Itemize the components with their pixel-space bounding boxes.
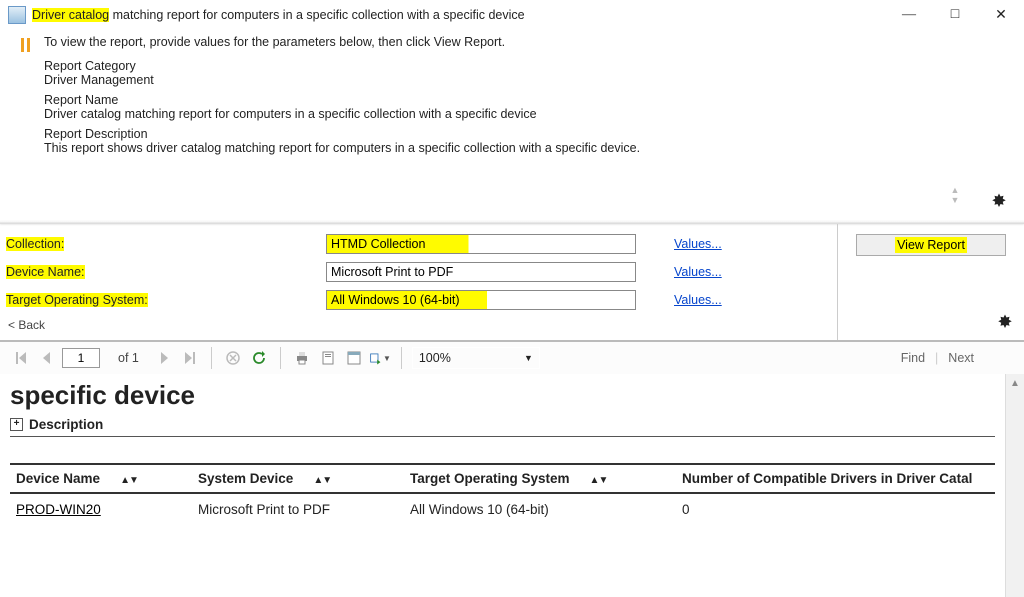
report-section-title: specific device: [10, 380, 995, 411]
label-collection: Collection:: [6, 237, 64, 251]
options-icon[interactable]: [990, 192, 1008, 213]
report-info-pane: To view the report, provide values for t…: [0, 31, 1024, 221]
zoom-value: 100%: [419, 351, 451, 365]
find-button[interactable]: Find: [901, 351, 925, 365]
refresh-button[interactable]: [248, 347, 270, 369]
view-report-button[interactable]: View Report: [856, 234, 1006, 256]
zoom-select[interactable]: 100% ▼: [412, 347, 540, 369]
hint-text: To view the report, provide values for t…: [44, 35, 505, 49]
collection-input[interactable]: [326, 234, 636, 254]
cell-target-os: All Windows 10 (64-bit): [404, 493, 676, 525]
sort-icon: ▲▼: [313, 475, 331, 486]
parameter-zone: Collection: Values... Device Name: Value…: [0, 223, 1024, 342]
name-label: Report Name: [44, 93, 1006, 107]
view-report-label: View Report: [895, 237, 967, 253]
cell-system-device: Microsoft Print to PDF: [192, 493, 404, 525]
name-value: Driver catalog matching report for compu…: [44, 107, 1006, 121]
window-title: Driver catalog matching report for compu…: [32, 8, 525, 22]
first-page-button[interactable]: [10, 347, 32, 369]
collapse-arrows[interactable]: ▲ ▼: [948, 185, 962, 211]
find-next-button[interactable]: Next: [948, 351, 974, 365]
scroll-up-icon: ▲: [1010, 374, 1020, 393]
col-device-name[interactable]: Device Name▲▼: [10, 464, 192, 493]
options-icon-2[interactable]: [996, 313, 1014, 334]
col-system-device[interactable]: System Device▲▼: [192, 464, 404, 493]
category-value: Driver Management: [44, 73, 1006, 87]
table-row[interactable]: PROD-WIN20 Microsoft Print to PDF All Wi…: [10, 493, 995, 525]
last-page-button[interactable]: [179, 347, 201, 369]
minimize-button[interactable]: —: [886, 0, 932, 30]
chevron-down-icon: ▼: [951, 195, 960, 205]
title-rest: matching report for computers in a speci…: [109, 8, 524, 22]
description-label: Description: [29, 417, 103, 432]
expand-icon: +: [10, 418, 23, 431]
chevron-up-icon: ▲: [951, 185, 960, 195]
description-toggle[interactable]: + Description: [10, 417, 995, 437]
collection-values-link[interactable]: Values...: [674, 237, 722, 251]
label-target: Target Operating System:: [6, 293, 148, 307]
sort-icon: ▲▼: [120, 475, 138, 486]
target-values-link[interactable]: Values...: [674, 293, 722, 307]
desc-value: This report shows driver catalog matchin…: [44, 141, 1006, 155]
title-highlight: Driver catalog: [32, 8, 109, 22]
print-button[interactable]: [291, 347, 313, 369]
next-page-button[interactable]: [153, 347, 175, 369]
back-link[interactable]: < Back: [6, 318, 837, 332]
vertical-scrollbar[interactable]: ▲: [1005, 374, 1024, 597]
label-device: Device Name:: [6, 265, 85, 279]
hint-icon: [18, 37, 34, 53]
titlebar: Driver catalog matching report for compu…: [0, 0, 1024, 31]
maximize-button[interactable]: □: [932, 0, 978, 30]
page-of-label: of 1: [118, 351, 139, 365]
device-input[interactable]: [326, 262, 636, 282]
stop-button[interactable]: [222, 347, 244, 369]
prev-page-button[interactable]: [36, 347, 58, 369]
separator: |: [935, 351, 938, 365]
target-input[interactable]: [326, 290, 636, 310]
cell-count: 0: [676, 493, 995, 525]
viewer-toolbar: of 1 ▼ 100% ▼ Find | Next: [0, 342, 1024, 374]
page-current-input[interactable]: [62, 348, 100, 368]
desc-label-header: Report Description: [44, 127, 1006, 141]
col-compatible-count[interactable]: Number of Compatible Drivers in Driver C…: [676, 464, 995, 493]
chevron-down-icon: ▼: [524, 353, 533, 363]
col-target-os[interactable]: Target Operating System▲▼: [404, 464, 676, 493]
print-layout-button[interactable]: [317, 347, 339, 369]
report-area: specific device + Description Device Nam…: [0, 374, 1024, 597]
close-button[interactable]: ✕: [978, 0, 1024, 30]
table-header-row: Device Name▲▼ System Device▲▼ Target Ope…: [10, 464, 995, 493]
results-table: Device Name▲▼ System Device▲▼ Target Ope…: [10, 463, 995, 525]
window-controls: — □ ✕: [886, 0, 1024, 30]
device-values-link[interactable]: Values...: [674, 265, 722, 279]
report-meta: Report Category Driver Management Report…: [44, 59, 1006, 155]
sort-icon: ▲▼: [590, 475, 608, 486]
category-label: Report Category: [44, 59, 1006, 73]
page-setup-button[interactable]: [343, 347, 365, 369]
app-icon: [8, 6, 26, 24]
export-button[interactable]: ▼: [369, 347, 391, 369]
cell-device-name[interactable]: PROD-WIN20: [16, 502, 101, 517]
